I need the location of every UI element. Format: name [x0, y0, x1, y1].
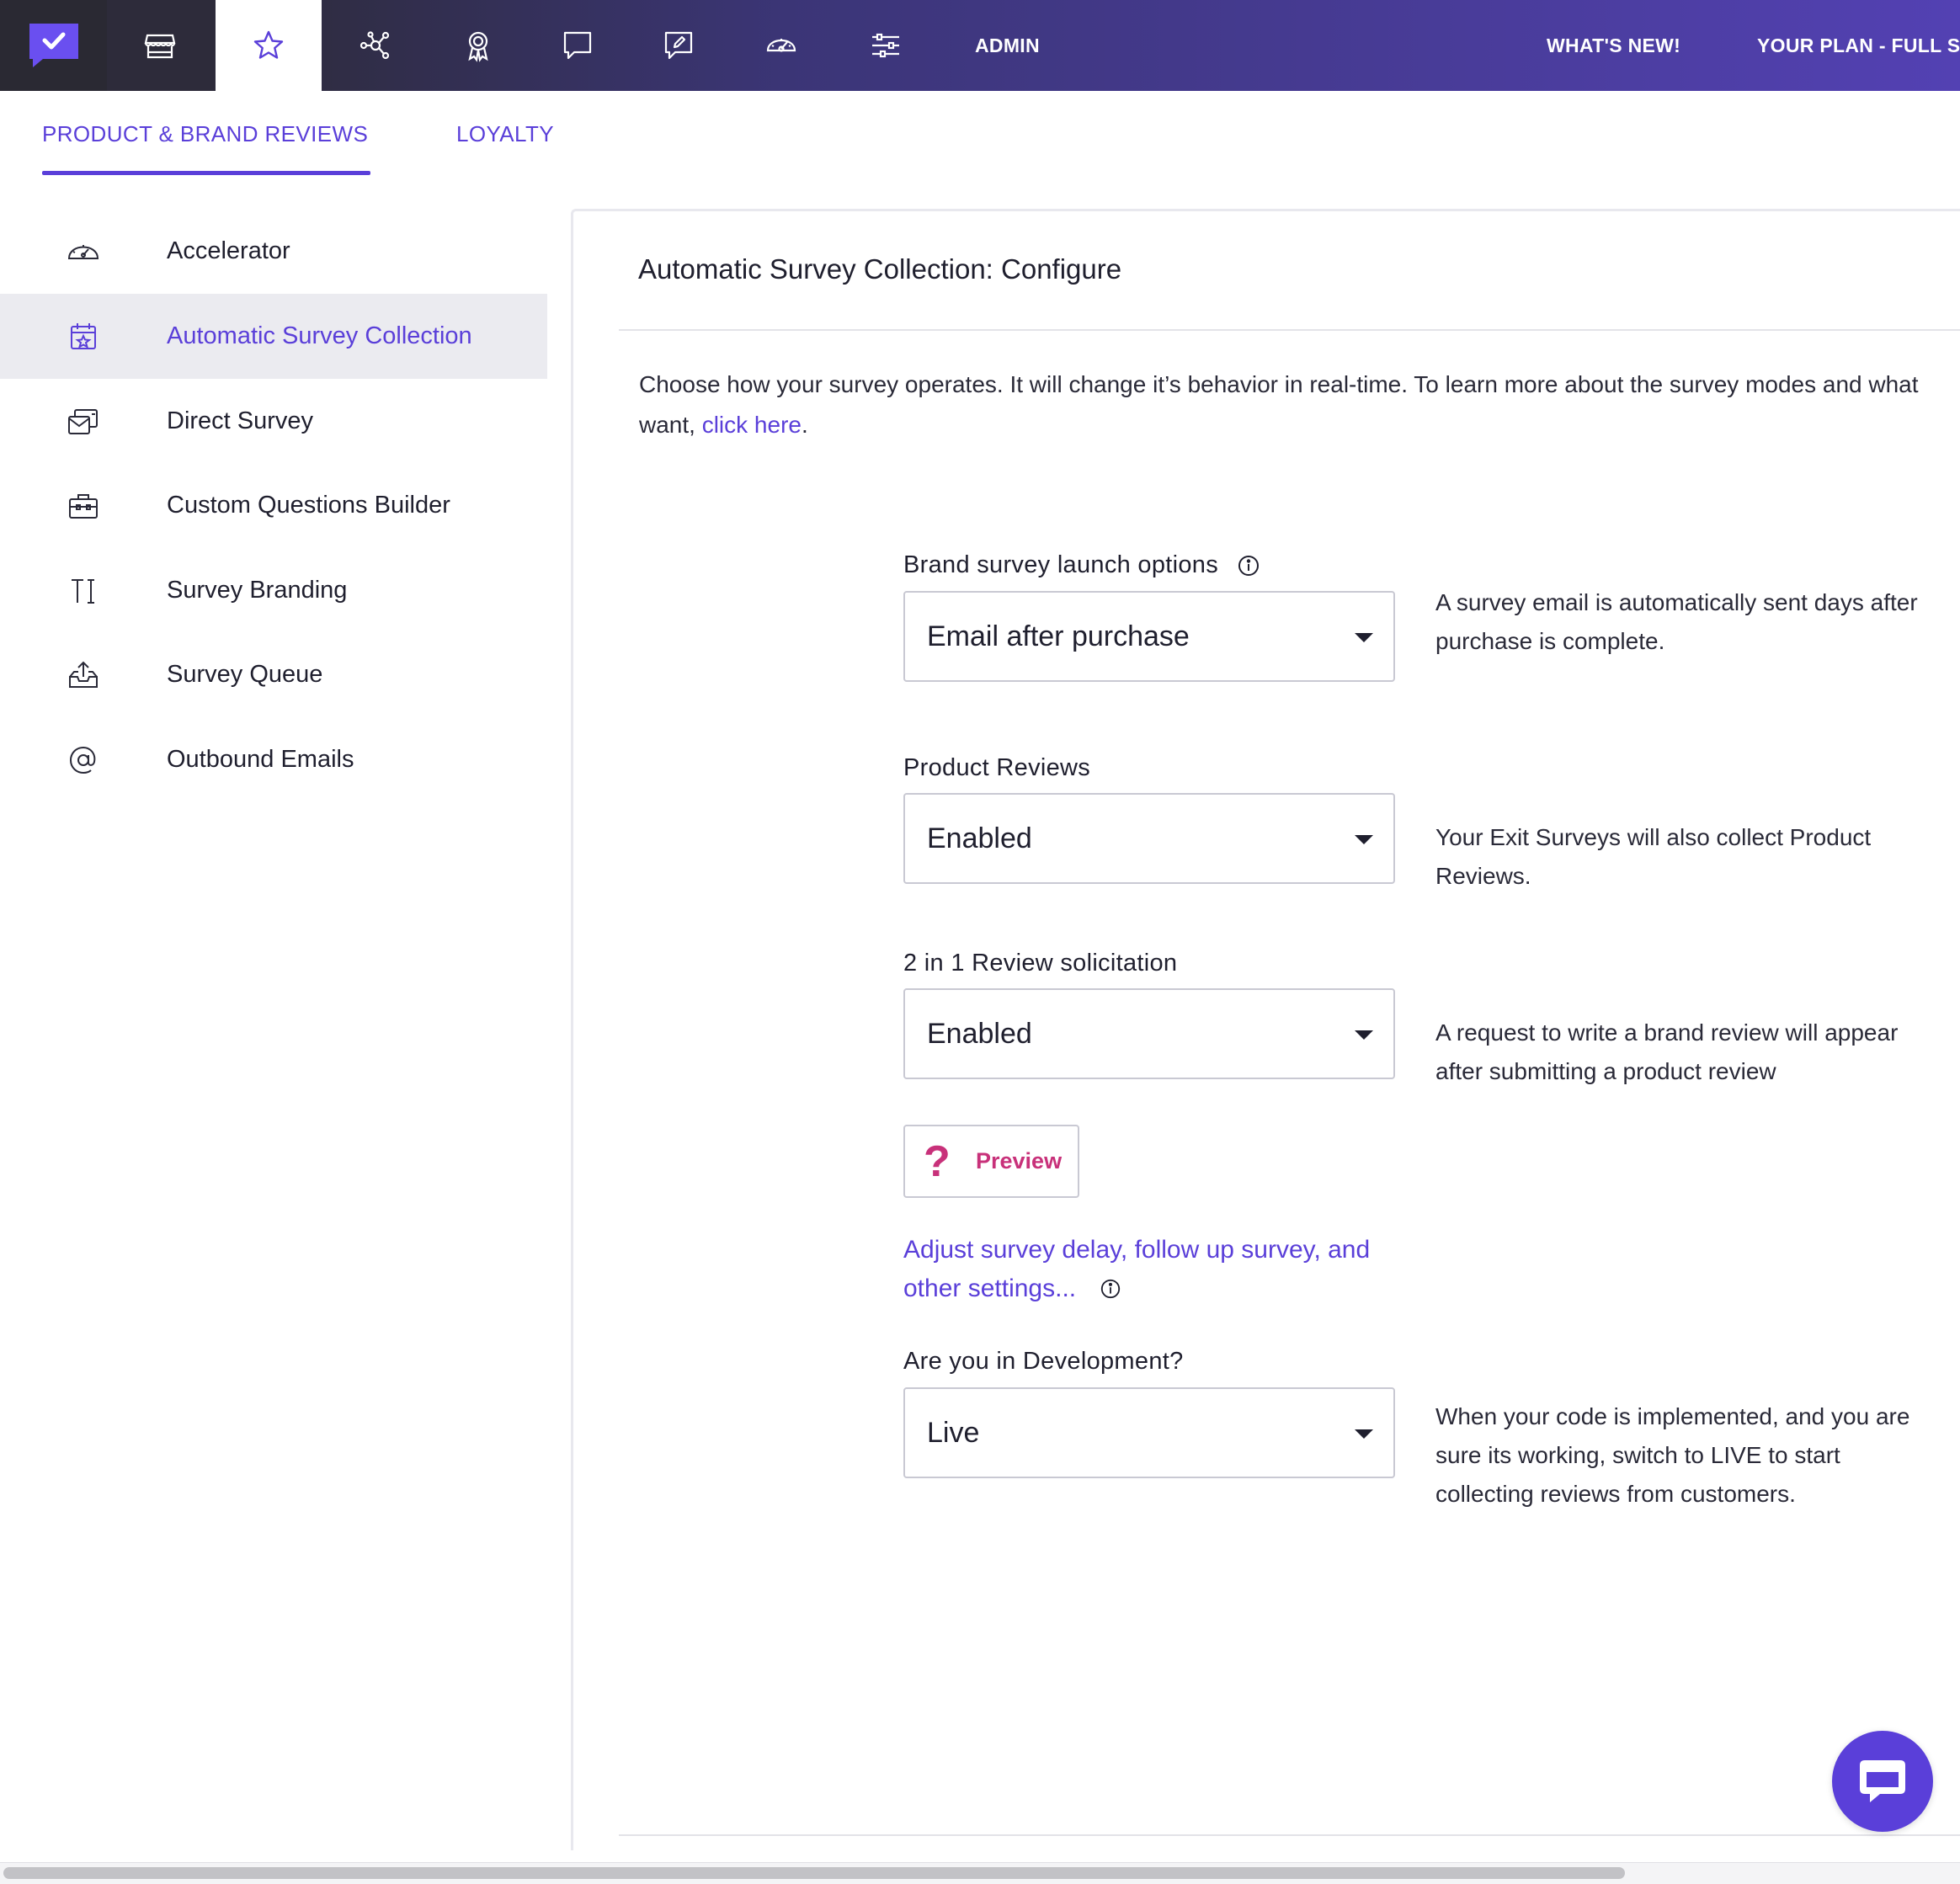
sidebar-item-outbound-emails[interactable]: Outbound Emails [0, 717, 547, 802]
intro-text-2: want, [639, 412, 702, 438]
top-nav-bar: ADMIN WHAT'S NEW! YOUR PLAN - FULL SU [0, 0, 1960, 91]
nav-settings[interactable] [835, 0, 936, 91]
app-logo[interactable] [0, 0, 107, 91]
intro-text: Choose how your survey operates. It will… [639, 371, 1919, 397]
nav-messages[interactable] [527, 0, 628, 91]
sidebar-item-direct-survey[interactable]: Direct Survey [0, 379, 547, 464]
info-icon[interactable] [1237, 554, 1260, 577]
edit-message-icon [664, 31, 693, 60]
select-value: Enabled [927, 1017, 1032, 1050]
intro-end: . [801, 412, 808, 438]
intro-paragraph: Choose how your survey operates. It will… [639, 365, 1960, 445]
calendar-star-icon [66, 319, 101, 354]
chevron-down-icon [1355, 633, 1373, 642]
nav-dashboard[interactable] [731, 0, 832, 91]
sidebar-item-label: Outbound Emails [167, 746, 354, 773]
product-reviews-help: Your Exit Surveys will also collect Prod… [1435, 824, 1872, 889]
chevron-down-icon [1355, 835, 1373, 844]
select-value: Live [927, 1416, 980, 1449]
chevron-down-icon [1355, 1030, 1373, 1040]
card-bottom-divider [619, 1834, 1960, 1836]
sidebar-item-custom-questions-builder[interactable]: Custom Questions Builder [0, 463, 547, 548]
brand-survey-launch-label: Brand survey launch options [903, 551, 1260, 579]
brand-survey-launch-help: A survey email is automatically sent day… [1435, 589, 1918, 654]
chat-bubble-icon [1860, 1760, 1905, 1802]
product-reviews-select[interactable]: Enabled [903, 793, 1395, 884]
horizontal-scrollbar-thumb[interactable] [3, 1867, 1625, 1879]
adjust-settings-link[interactable]: Adjust survey delay, follow up survey, a… [903, 1231, 1425, 1308]
network-icon [360, 31, 390, 60]
active-tab-indicator [42, 171, 370, 175]
review-solicitation-select[interactable]: Enabled [903, 988, 1395, 1079]
click-here-link[interactable]: click here [702, 412, 802, 438]
development-mode-select[interactable]: Live [903, 1387, 1395, 1478]
field-label-text: Are you in Development? [903, 1348, 1184, 1375]
review-solicitation-help: A request to write a brand review will a… [1435, 1019, 1899, 1084]
tab-product-brand-reviews[interactable]: PRODUCT & BRAND REVIEWS [42, 121, 368, 147]
development-mode-help: When your code is implemented, and you a… [1435, 1403, 1910, 1507]
text-cursor-icon [66, 573, 101, 609]
brand-survey-launch-select[interactable]: Email after purchase [903, 591, 1395, 682]
preview-button[interactable]: ? Preview [903, 1125, 1079, 1198]
live-chat-button[interactable] [1832, 1731, 1933, 1832]
preview-label: Preview [976, 1148, 1063, 1174]
nav-store[interactable] [109, 0, 210, 91]
nav-whats-new[interactable]: WHAT'S NEW! [1547, 0, 1680, 91]
sidebar-item-accelerator[interactable]: Accelerator [0, 209, 547, 294]
nav-network[interactable] [325, 0, 426, 91]
sidebar-item-survey-branding[interactable]: Survey Branding [0, 548, 547, 633]
field-label-text: Brand survey launch options [903, 551, 1219, 578]
title-divider [619, 329, 1960, 331]
toolbox-icon [66, 488, 101, 524]
nav-feedback[interactable] [628, 0, 729, 91]
page-title: Automatic Survey Collection: Configure [638, 253, 1122, 285]
question-mark-icon: ? [924, 1137, 951, 1186]
info-icon[interactable] [1100, 1278, 1121, 1300]
select-value: Enabled [927, 822, 1032, 854]
field-label-text: 2 in 1 Review solicitation [903, 950, 1178, 977]
nav-loyalty[interactable] [428, 0, 529, 91]
mail-card-icon [66, 404, 101, 439]
sidebar-item-survey-queue[interactable]: Survey Queue [0, 632, 547, 717]
select-value: Email after purchase [927, 620, 1190, 652]
sidebar-item-label: Automatic Survey Collection [167, 322, 472, 349]
gauge-icon [66, 234, 101, 269]
sliders-icon [872, 33, 899, 58]
sidebar-item-label: Custom Questions Builder [167, 492, 450, 519]
field-label-text: Product Reviews [903, 754, 1091, 781]
chat-icon [563, 31, 592, 60]
section-tabs: PRODUCT & BRAND REVIEWS LOYALTY [0, 91, 1960, 209]
tab-loyalty[interactable]: LOYALTY [456, 121, 554, 147]
star-icon [253, 30, 284, 59]
at-sign-icon [66, 742, 101, 778]
nav-reviews[interactable] [216, 0, 322, 91]
sidebar-item-label: Survey Branding [167, 577, 348, 604]
store-icon [144, 34, 176, 59]
sidebar-item-label: Accelerator [167, 237, 290, 264]
nav-your-plan[interactable]: YOUR PLAN - FULL SU [1757, 0, 1960, 91]
award-icon [468, 31, 488, 62]
review-solicitation-label: 2 in 1 Review solicitation [903, 950, 1177, 977]
inbox-upload-icon [66, 657, 101, 693]
product-reviews-label: Product Reviews [903, 754, 1090, 782]
app-logo-icon [29, 24, 78, 67]
nav-admin[interactable]: ADMIN [975, 0, 1040, 91]
development-mode-label: Are you in Development? [903, 1348, 1184, 1376]
gauge-icon [766, 39, 796, 52]
sidebar-item-automatic-survey-collection[interactable]: Automatic Survey Collection [0, 294, 547, 379]
sidebar-item-label: Survey Queue [167, 661, 323, 688]
chevron-down-icon [1355, 1429, 1373, 1439]
sidebar-item-label: Direct Survey [167, 407, 314, 434]
